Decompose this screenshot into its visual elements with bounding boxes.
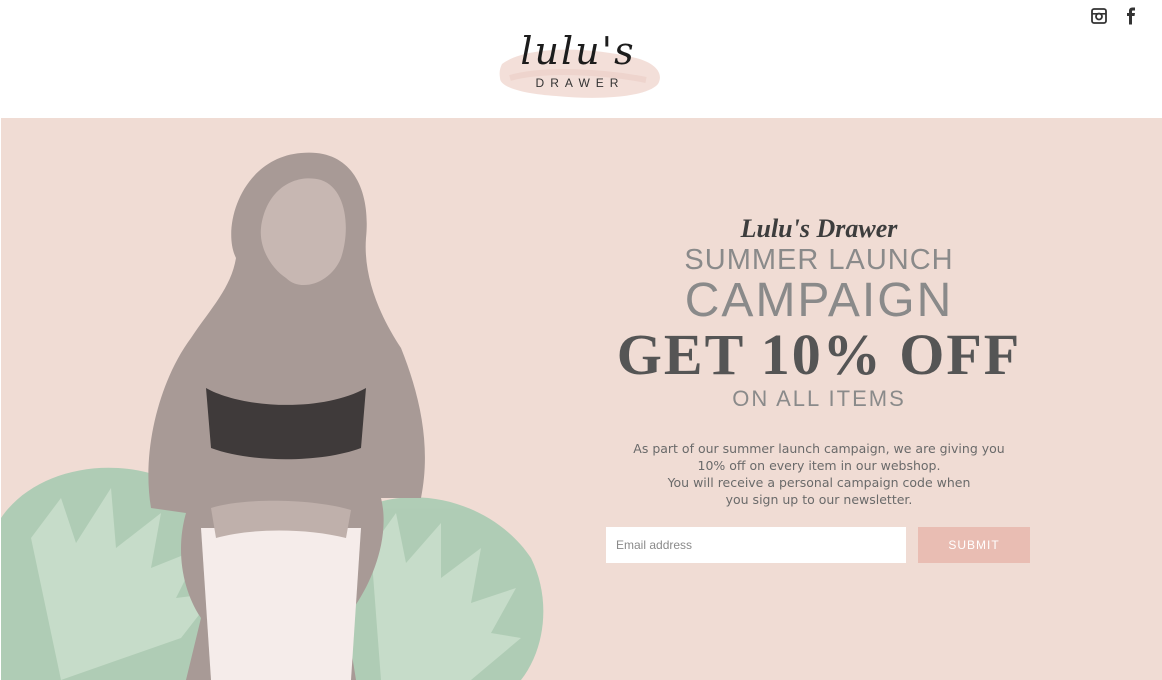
newsletter-form: SUBMIT <box>606 527 1036 563</box>
hero-banner: Lulu's Drawer SUMMER LAUNCH CAMPAIGN GET… <box>1 118 1162 680</box>
description-line: As part of our summer launch campaign, w… <box>633 441 1005 456</box>
summer-launch-heading: SUMMER LAUNCH <box>684 244 954 276</box>
description-line: you sign up to our newsletter. <box>725 492 913 507</box>
logo-subtitle: DRAWER <box>535 76 625 90</box>
campaign-heading: CAMPAIGN <box>684 274 954 327</box>
site-header: lulu's DRAWER <box>0 0 1162 118</box>
description-line: 10% off on every item in our webshop. <box>697 458 941 473</box>
all-items-heading: ON ALL ITEMS <box>732 386 906 411</box>
logo[interactable]: lulu's DRAWER <box>496 28 666 106</box>
submit-button[interactable]: SUBMIT <box>918 527 1030 563</box>
offer-heading: GET 10% OFF <box>616 322 1022 387</box>
facebook-icon <box>1127 7 1135 25</box>
campaign-description: As part of our summer launch campaign, w… <box>599 440 1039 508</box>
social-links <box>1090 6 1140 26</box>
instagram-icon <box>1091 8 1107 24</box>
logo-script-text: lulu's <box>520 29 636 73</box>
brand-heading: Lulu's Drawer <box>740 214 898 243</box>
facebook-link[interactable] <box>1122 6 1140 26</box>
instagram-link[interactable] <box>1090 6 1108 26</box>
email-input[interactable] <box>606 527 906 563</box>
campaign-content: Lulu's Drawer SUMMER LAUNCH CAMPAIGN GET… <box>599 214 1039 508</box>
hero-image <box>1 152 544 680</box>
description-line: You will receive a personal campaign cod… <box>667 475 971 490</box>
